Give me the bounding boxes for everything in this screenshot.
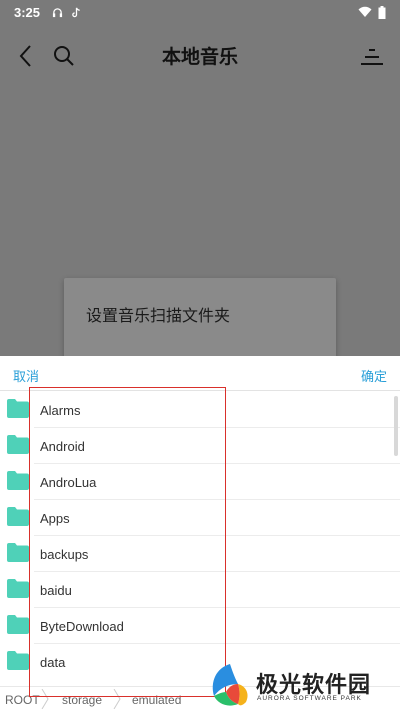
dialog-title: 设置音乐扫描文件夹	[86, 306, 231, 325]
scan-folder-dialog: 设置音乐扫描文件夹	[64, 278, 336, 368]
tiktok-icon	[72, 7, 80, 17]
folder-icon	[7, 399, 29, 418]
app-header: 本地音乐	[0, 28, 400, 84]
folder-icon	[7, 471, 29, 490]
watermark-tagline: AURORA SOFTWARE PARK	[257, 695, 362, 702]
folder-icon	[7, 435, 29, 454]
folder-icon	[7, 615, 29, 634]
folder-icon	[7, 579, 29, 598]
picker-toolbar: 取消 确定	[0, 356, 400, 390]
watermark-logo: 极光软件园 AURORA SOFTWARE PARK	[206, 660, 400, 711]
sort-menu-icon[interactable]	[360, 46, 384, 68]
page-title: 本地音乐	[161, 46, 238, 68]
cancel-button[interactable]: 取消	[13, 366, 39, 385]
status-bar: 3:25	[0, 0, 400, 24]
wifi-icon	[358, 6, 372, 17]
headphones-icon	[52, 7, 63, 17]
battery-icon	[378, 5, 386, 19]
folder-icon	[7, 543, 29, 562]
confirm-button[interactable]: 确定	[361, 366, 387, 385]
highlight-box	[29, 387, 226, 697]
status-time: 3:25	[14, 4, 41, 20]
folder-icon	[7, 651, 29, 670]
aurora-logo-icon	[212, 664, 248, 706]
scrollbar[interactable]	[394, 396, 398, 456]
folder-icon	[7, 507, 29, 526]
